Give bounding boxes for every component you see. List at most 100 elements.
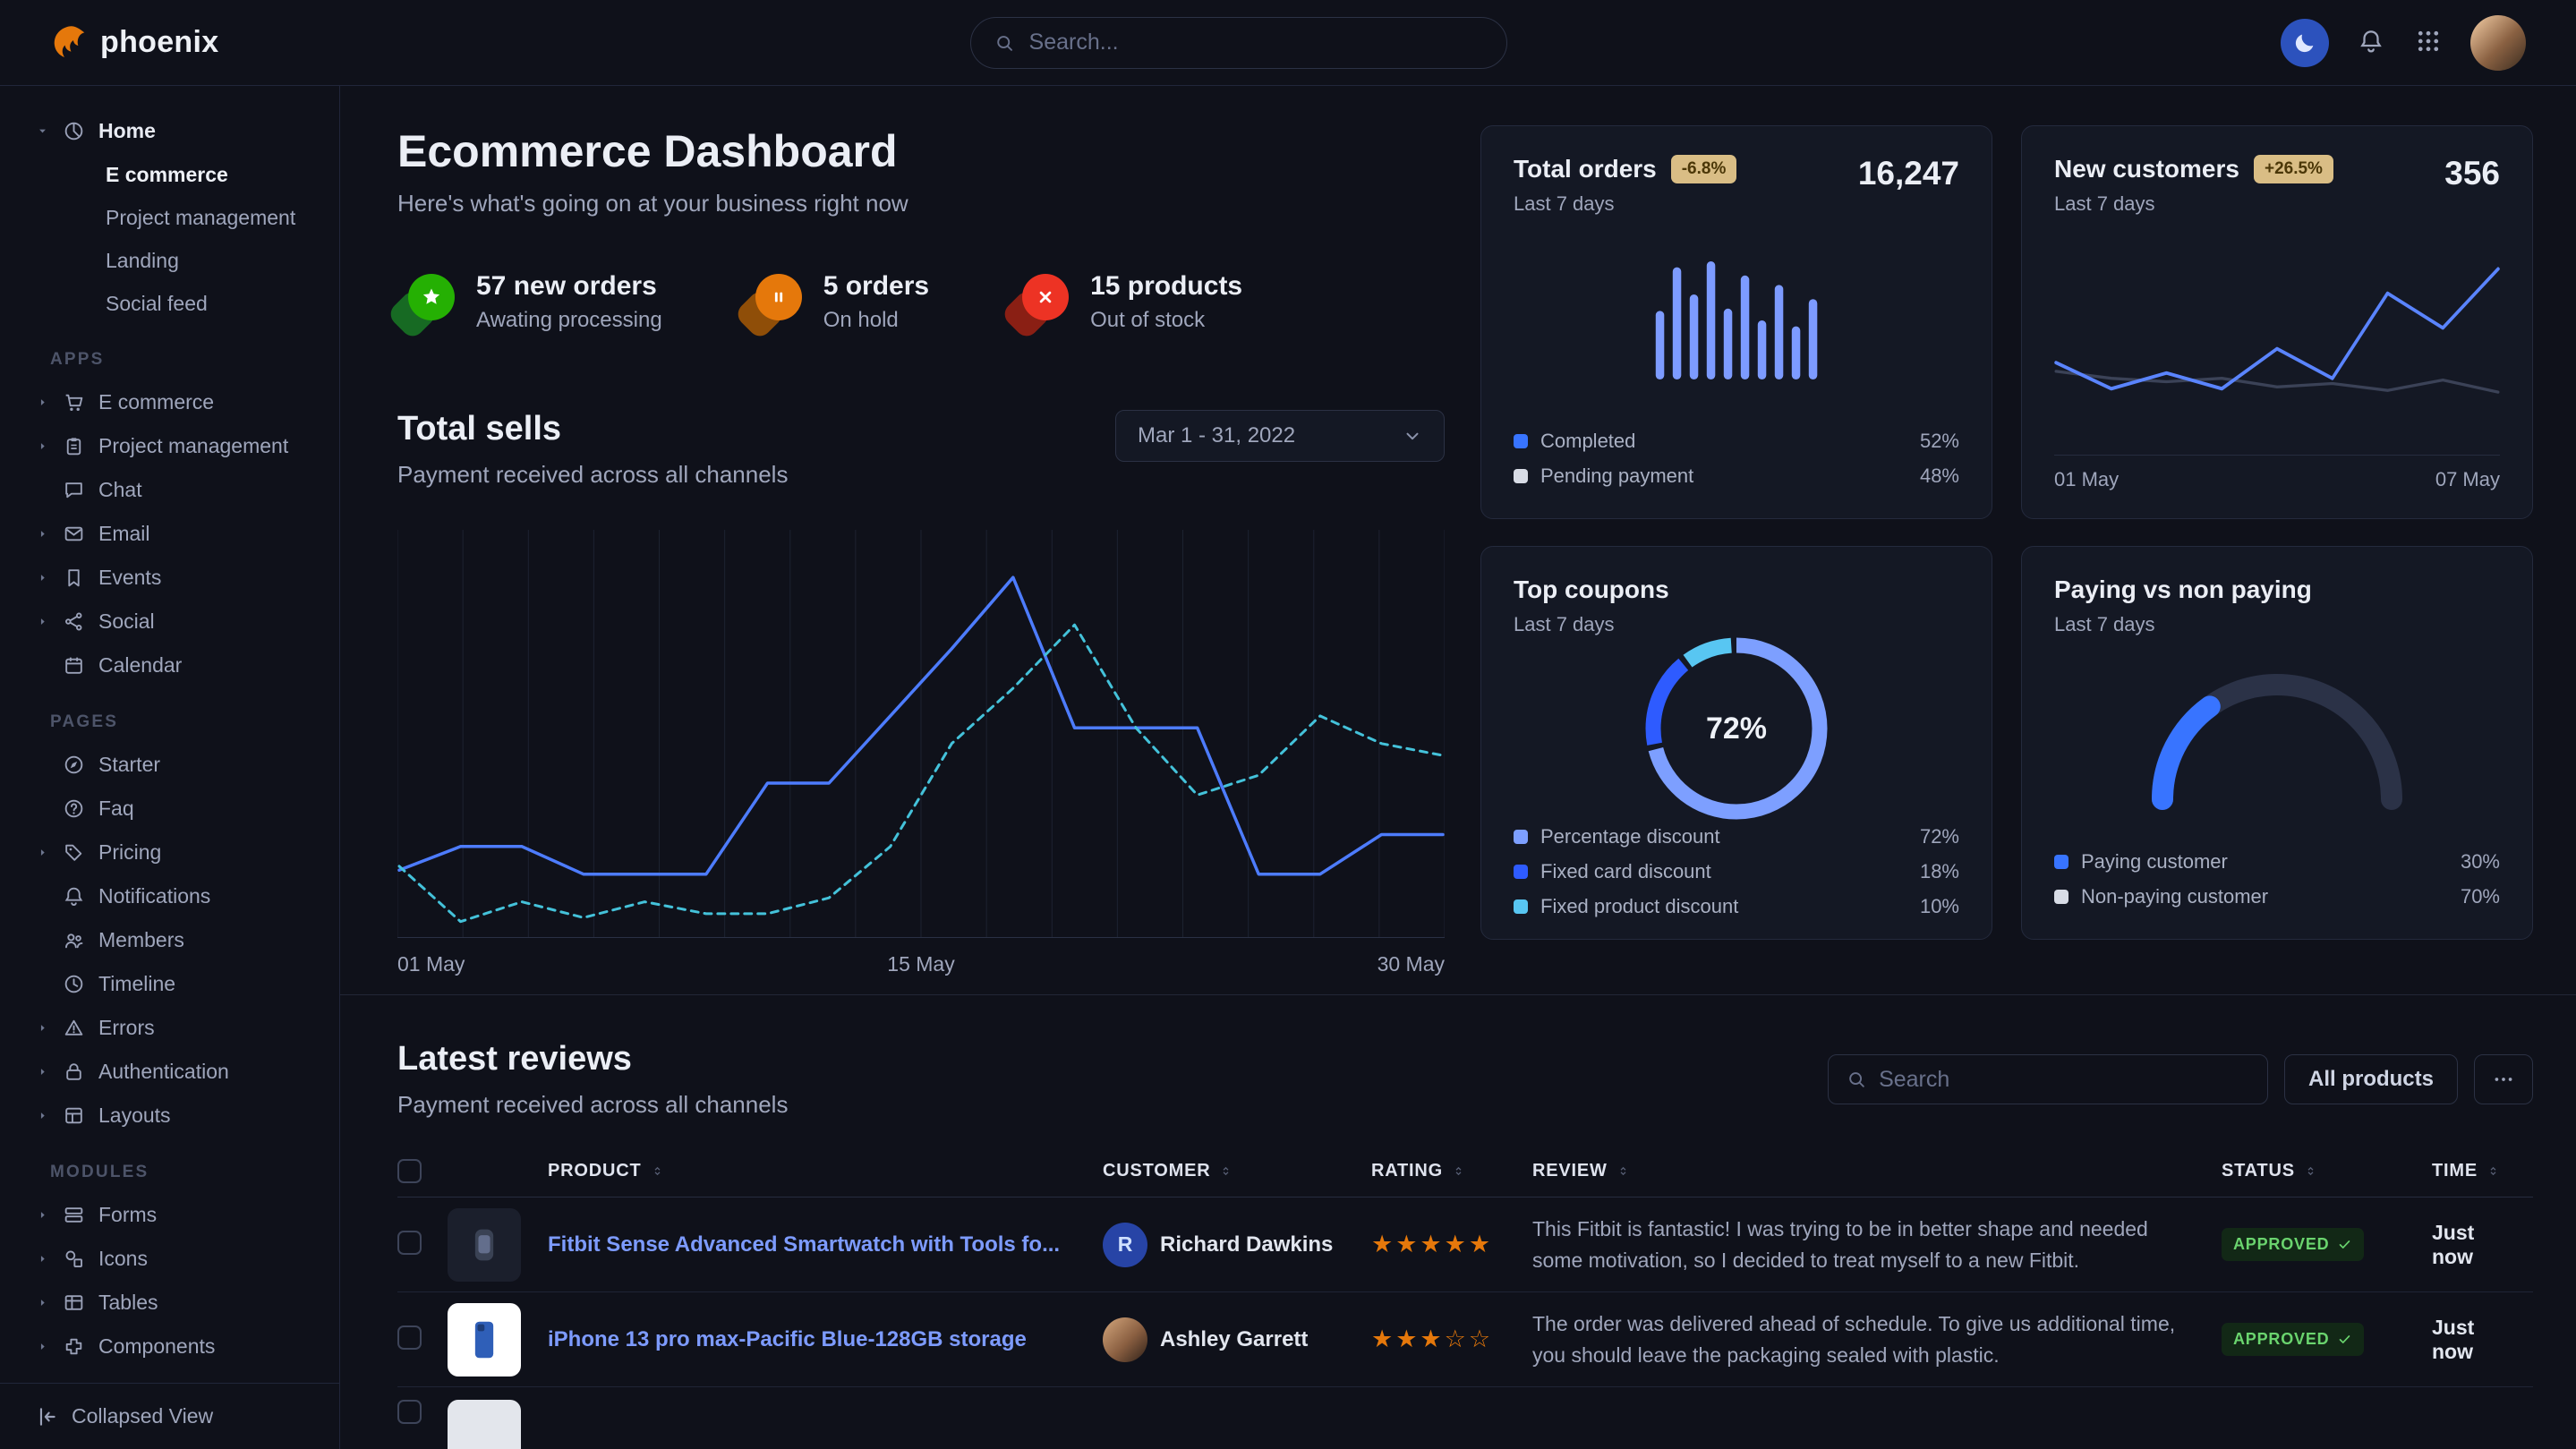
column-header-customer[interactable]: CUSTOMER [1103,1161,1371,1181]
legend-label: Paying customer [2081,850,2228,874]
product-link[interactable]: Fitbit Sense Advanced Smartwatch with To… [548,1232,1081,1257]
sidebar-item-timeline[interactable]: Timeline [36,962,321,1006]
x-tick: 07 May [2435,468,2500,491]
sidebar-item-starter[interactable]: Starter [36,743,321,787]
select-all-checkbox[interactable] [397,1159,422,1183]
x-tick: 01 May [2054,468,2119,491]
sidebar-item-icons[interactable]: Icons [36,1237,321,1281]
sidebar-item-landing[interactable]: Landing [36,239,321,282]
apps-grid-button[interactable] [2413,28,2444,58]
column-label: STATUS [2222,1161,2295,1181]
top-coupons-legend: Percentage discount72%Fixed card discoun… [1514,821,1959,922]
column-header-status[interactable]: STATUS [2222,1161,2432,1181]
stat-text: 57 new ordersAwating processing [476,271,662,333]
latest-reviews-section: Latest reviews Payment received across a… [340,994,2576,1449]
sidebar-item-pricing[interactable]: Pricing [36,831,321,874]
more-options-button[interactable] [2474,1054,2533,1104]
sidebar-item-email[interactable]: Email [36,512,321,556]
sidebar-item-e-commerce[interactable]: E commerce [36,380,321,424]
theme-toggle-button[interactable] [2281,19,2329,67]
sidebar-item-e-commerce[interactable]: E commerce [36,153,321,196]
sidebar-item-social-feed[interactable]: Social feed [36,282,321,325]
user-avatar[interactable] [2470,15,2526,71]
customer-avatar[interactable]: R [1103,1223,1147,1267]
sidebar-item-forms[interactable]: Forms [36,1193,321,1237]
sidebar-item-home[interactable]: Home [36,109,321,153]
customer-name: Richard Dawkins [1160,1232,1333,1257]
sidebar-item-social[interactable]: Social [36,600,321,644]
check-icon [2337,1237,2352,1252]
sidebar-item-errors[interactable]: Errors [36,1006,321,1050]
row-checkbox[interactable] [397,1325,422,1350]
legend-swatch [1514,469,1528,483]
caret-right-icon [36,1109,63,1122]
product-link[interactable]: iPhone 13 pro max-Pacific Blue-128GB sto… [548,1327,1081,1352]
sidebar-item-members[interactable]: Members [36,918,321,962]
sidebar-item-components[interactable]: Components [36,1325,321,1368]
notifications-button[interactable] [2356,28,2386,58]
top-coupons-donut-chart: 72% [1644,636,1829,821]
sidebar-item-project-management[interactable]: Project management [36,196,321,239]
sidebar-item-chat[interactable]: Chat [36,468,321,512]
bookmark-icon [63,567,85,589]
sidebar-item-layouts[interactable]: Layouts [36,1094,321,1138]
total-sells-chart [397,530,1445,938]
sidebar-item-label: Landing [106,249,179,273]
row-checkbox-cell [397,1400,448,1428]
star-icon [408,274,455,320]
collapse-view-label: Collapsed View [72,1404,213,1428]
sidebar-item-tables[interactable]: Tables [36,1281,321,1325]
global-search-input[interactable] [1029,30,1484,55]
status-cell: APPROVED [2222,1323,2432,1356]
column-header-product[interactable]: PRODUCT [548,1161,1103,1181]
apps-grid-icon [2415,28,2442,55]
sidebar-item-project-management[interactable]: Project management [36,424,321,468]
row-checkbox-cell [397,1325,448,1354]
legend-swatch [1514,899,1528,914]
phoenix-logo[interactable]: phoenix [50,24,218,62]
sidebar-item-calendar[interactable]: Calendar [36,644,321,687]
navbar-center [218,17,2259,69]
status-text: APPROVED [2233,1330,2329,1349]
review-row: Fitbit Sense Advanced Smartwatch with To… [397,1198,2533,1292]
sidebar-item-faq[interactable]: Faq [36,787,321,831]
status-badge: APPROVED [2222,1323,2364,1356]
rating-stars: ★★★☆☆ [1371,1325,1493,1352]
sidebar-item-label: Components [98,1334,215,1359]
latest-reviews-header: Latest reviews Payment received across a… [397,1040,2533,1119]
sidebar-item-label: Notifications [98,884,210,908]
bell-icon [63,885,85,908]
sidebar-item-authentication[interactable]: Authentication [36,1050,321,1094]
product-thumbnail [448,1208,521,1282]
status-text: APPROVED [2233,1235,2329,1254]
review-row: iPhone 13 pro max-Pacific Blue-128GB sto… [397,1292,2533,1387]
date-range-select[interactable]: Mar 1 - 31, 2022 [1115,410,1445,462]
caret-right-icon [36,615,63,628]
legend-label: Percentage discount [1540,825,1720,848]
collapse-view-toggle[interactable]: Collapsed View [0,1383,339,1449]
column-header-time[interactable]: TIME [2432,1161,2533,1181]
legend-value: 10% [1920,895,1959,918]
column-label: REVIEW [1532,1161,1608,1181]
stat-label: Out of stock [1090,308,1242,333]
customer-avatar[interactable] [1103,1317,1147,1362]
paying-vs-non-paying-card: Paying vs non paying Last 7 days Paying … [2021,546,2533,940]
reviews-search-input[interactable] [1879,1067,2249,1093]
row-checkbox[interactable] [397,1400,422,1424]
sidebar-item-notifications[interactable]: Notifications [36,874,321,918]
sidebar-item-events[interactable]: Events [36,556,321,600]
row-checkbox[interactable] [397,1231,422,1255]
card-period: Last 7 days [1514,192,1736,216]
reviews-table-body: Fitbit Sense Advanced Smartwatch with To… [397,1198,2533,1449]
column-header-rating[interactable]: RATING [1371,1161,1532,1181]
search-icon [1847,1069,1866,1090]
sort-icon [1452,1164,1465,1178]
compass-icon [63,754,85,776]
sidebar-item-label: Starter [98,753,160,777]
all-products-button[interactable]: All products [2284,1054,2458,1104]
x-icon [1022,274,1069,320]
column-header-review[interactable]: REVIEW [1532,1161,2222,1181]
sort-icon [1616,1164,1630,1178]
review-cell: The order was delivered ahead of schedul… [1532,1308,2222,1370]
sort-icon [2486,1164,2500,1178]
